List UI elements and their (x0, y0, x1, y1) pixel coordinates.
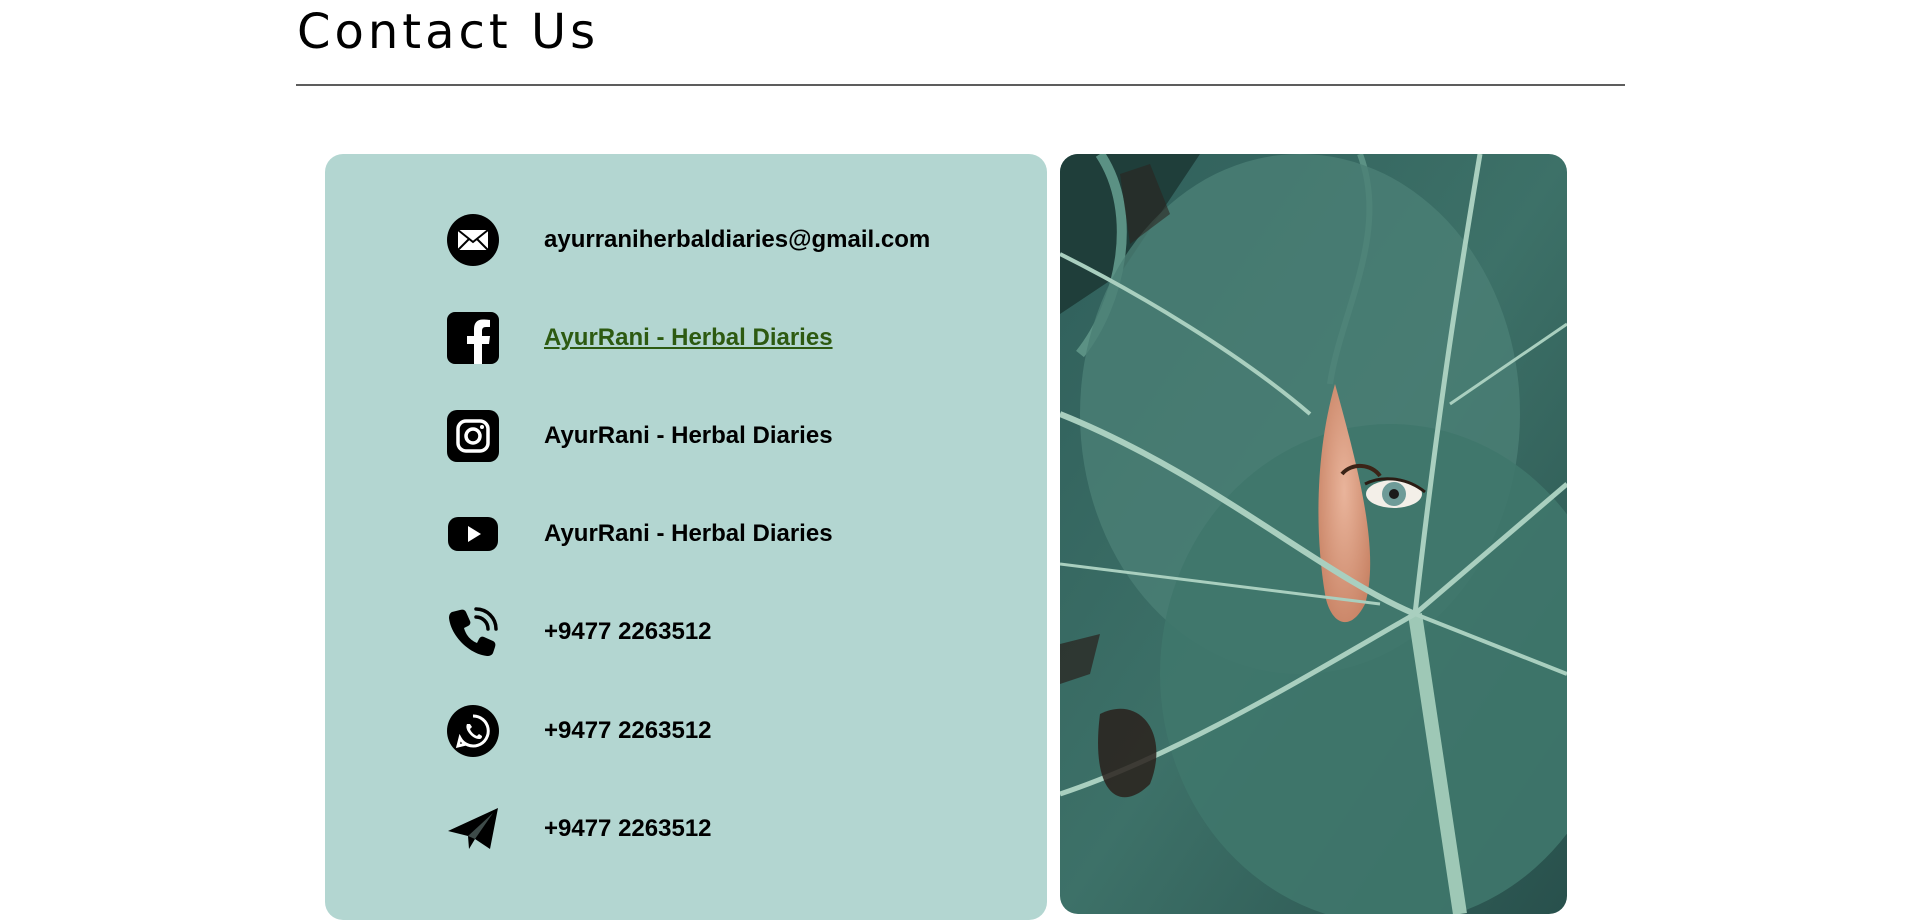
contact-row-phone[interactable]: +9477 2263512 (447, 606, 712, 658)
envelope-icon (447, 214, 499, 266)
youtube-icon (447, 508, 499, 560)
page-title: Contact Us (297, 4, 600, 60)
contact-phone-text: +9477 2263512 (544, 618, 712, 645)
contact-email-text: ayurraniherbaldiaries@gmail.com (544, 226, 931, 253)
contact-youtube-text: AyurRani - Herbal Diaries (544, 520, 833, 547)
leaf-eye-photo (1060, 154, 1567, 914)
contact-card: ayurraniherbaldiaries@gmail.com AyurRani… (325, 154, 1047, 920)
contact-row-facebook[interactable]: AyurRani - Herbal Diaries (447, 312, 833, 364)
phone-icon (447, 606, 499, 658)
contact-row-whatsapp[interactable]: +9477 2263512 (447, 705, 712, 757)
whatsapp-icon (447, 705, 499, 757)
contact-facebook-link[interactable]: AyurRani - Herbal Diaries (544, 324, 833, 352)
contact-row-email[interactable]: ayurraniherbaldiaries@gmail.com (447, 214, 930, 266)
contact-whatsapp-text: +9477 2263512 (544, 717, 712, 744)
contact-row-telegram[interactable]: +9477 2263512 (447, 803, 712, 855)
telegram-icon (447, 803, 499, 855)
contact-instagram-text: AyurRani - Herbal Diaries (544, 422, 833, 449)
contact-telegram-text: +9477 2263512 (544, 815, 712, 842)
contact-row-instagram[interactable]: AyurRani - Herbal Diaries (447, 410, 833, 462)
instagram-icon (447, 410, 499, 462)
contact-row-youtube[interactable]: AyurRani - Herbal Diaries (447, 508, 833, 560)
facebook-icon (447, 312, 499, 364)
title-divider (296, 84, 1625, 86)
